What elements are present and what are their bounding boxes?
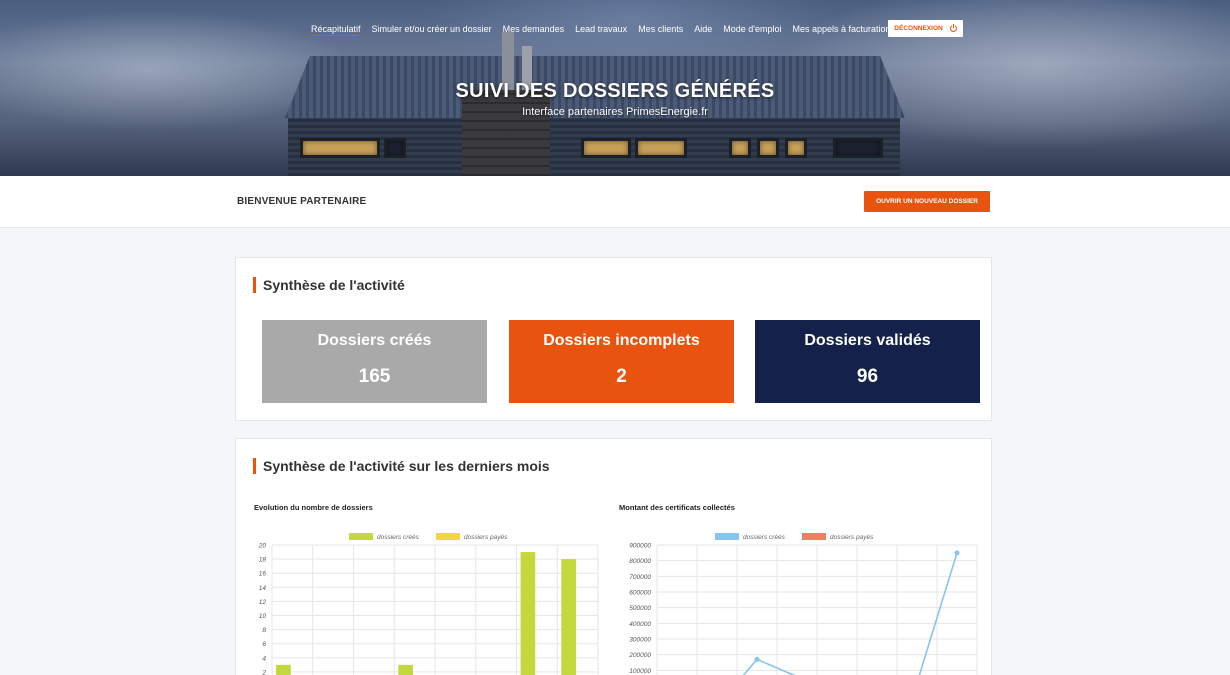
legend-label: dossiers créés: [743, 534, 786, 541]
monthly-activity-panel: Synthèse de l'activité sur les derniers …: [235, 438, 992, 675]
y-tick-label: 200000: [628, 652, 651, 659]
y-tick-label: 6: [262, 641, 266, 648]
stat-label: Dossiers créés: [317, 332, 432, 349]
nav-aide[interactable]: Aide: [694, 23, 712, 35]
stat-card-incomplete: Dossiers incomplets 2: [509, 320, 734, 403]
y-tick-label: 500000: [629, 605, 651, 612]
y-tick-label: 14: [259, 585, 267, 592]
power-icon: [949, 24, 957, 32]
section-title: Synthèse de l'activité sur les derniers …: [253, 458, 550, 474]
legend-label: dossiers payés: [830, 534, 874, 541]
welcome-label: BIENVENUE PARTENAIRE: [237, 196, 367, 207]
y-tick-label: 700000: [629, 574, 651, 581]
line-point: [954, 550, 960, 556]
chart-title-dossiers: Evolution du nombre de dossiers: [254, 503, 373, 512]
y-tick-label: 12: [259, 599, 267, 606]
nav-simuler[interactable]: Simuler et/ou créer un dossier: [372, 23, 492, 35]
stat-value: 165: [358, 366, 391, 387]
stat-value: 2: [616, 366, 627, 387]
top-navigation: Récapitulatif Simuler et/ou créer un dos…: [311, 22, 895, 36]
legend-swatch: [802, 533, 826, 540]
stat-card-created: Dossiers créés 165: [262, 320, 487, 403]
y-tick-label: 20: [258, 543, 267, 550]
line-chart-certificats: dossiers créés dossiers payés 900000 800000…: [628, 533, 978, 675]
y-tick-label: 900000: [629, 543, 651, 550]
new-file-button[interactable]: OUVRIR UN NOUVEAU DOSSIER: [864, 191, 990, 212]
welcome-bar: BIENVENUE PARTENAIRE: [0, 176, 1230, 228]
nav-mode-emploi[interactable]: Mode d'emploi: [723, 23, 781, 35]
nav-appels-facturations[interactable]: Mes appels à facturations: [792, 23, 895, 35]
stat-card-validated: Dossiers validés 96: [755, 320, 980, 403]
y-tick-label: 100000: [629, 668, 651, 675]
y-tick-label: 10: [259, 613, 267, 620]
y-tick-label: 400000: [629, 621, 651, 628]
nav-lead-travaux[interactable]: Lead travaux: [575, 23, 627, 35]
line-point: [754, 656, 760, 662]
bar-dossiers-crees: [398, 664, 413, 675]
logout-button[interactable]: DÉCONNEXION: [888, 20, 963, 37]
activity-summary-panel: Synthèse de l'activité Dossiers créés 16…: [235, 257, 992, 421]
legend-swatch: [349, 533, 373, 540]
page-subtitle: Interface partenaires PrimesEnergie.fr: [522, 106, 708, 118]
y-tick-label: 800000: [629, 558, 651, 565]
nav-mes-demandes[interactable]: Mes demandes: [503, 23, 565, 35]
legend-label: dossiers payés: [464, 534, 508, 541]
y-tick-label: 300000: [629, 637, 651, 644]
y-tick-label: 8: [262, 627, 266, 634]
logout-label: DÉCONNEXION: [894, 25, 943, 32]
bar-dossiers-crees: [561, 559, 576, 675]
bar-chart-dossiers: dossiers créés dossiers payés 20 18 16 14 12 10…: [258, 533, 599, 675]
legend-label: dossiers créés: [377, 534, 420, 541]
y-tick-label: 18: [259, 557, 267, 564]
nav-mes-clients[interactable]: Mes clients: [638, 23, 683, 35]
nav-recapitulatif[interactable]: Récapitulatif: [311, 23, 361, 36]
section-title: Synthèse de l'activité: [253, 277, 405, 293]
y-tick-label: 16: [259, 571, 267, 578]
page-title: SUIVI DES DOSSIERS GÉNÉRÉS: [455, 80, 775, 102]
y-tick-label: 600000: [629, 590, 651, 597]
bar-dossiers-crees: [520, 552, 536, 675]
chart-title-certificats: Montant des certificats collectés: [619, 503, 735, 512]
legend-swatch: [436, 533, 460, 540]
bar-dossiers-crees: [276, 664, 291, 675]
stat-label: Dossiers validés: [804, 332, 931, 349]
legend-swatch: [715, 533, 739, 540]
y-tick-label: 4: [262, 655, 266, 662]
y-tick-label: 2: [261, 669, 266, 675]
stat-label: Dossiers incomplets: [543, 332, 700, 349]
stat-value: 96: [856, 366, 879, 387]
